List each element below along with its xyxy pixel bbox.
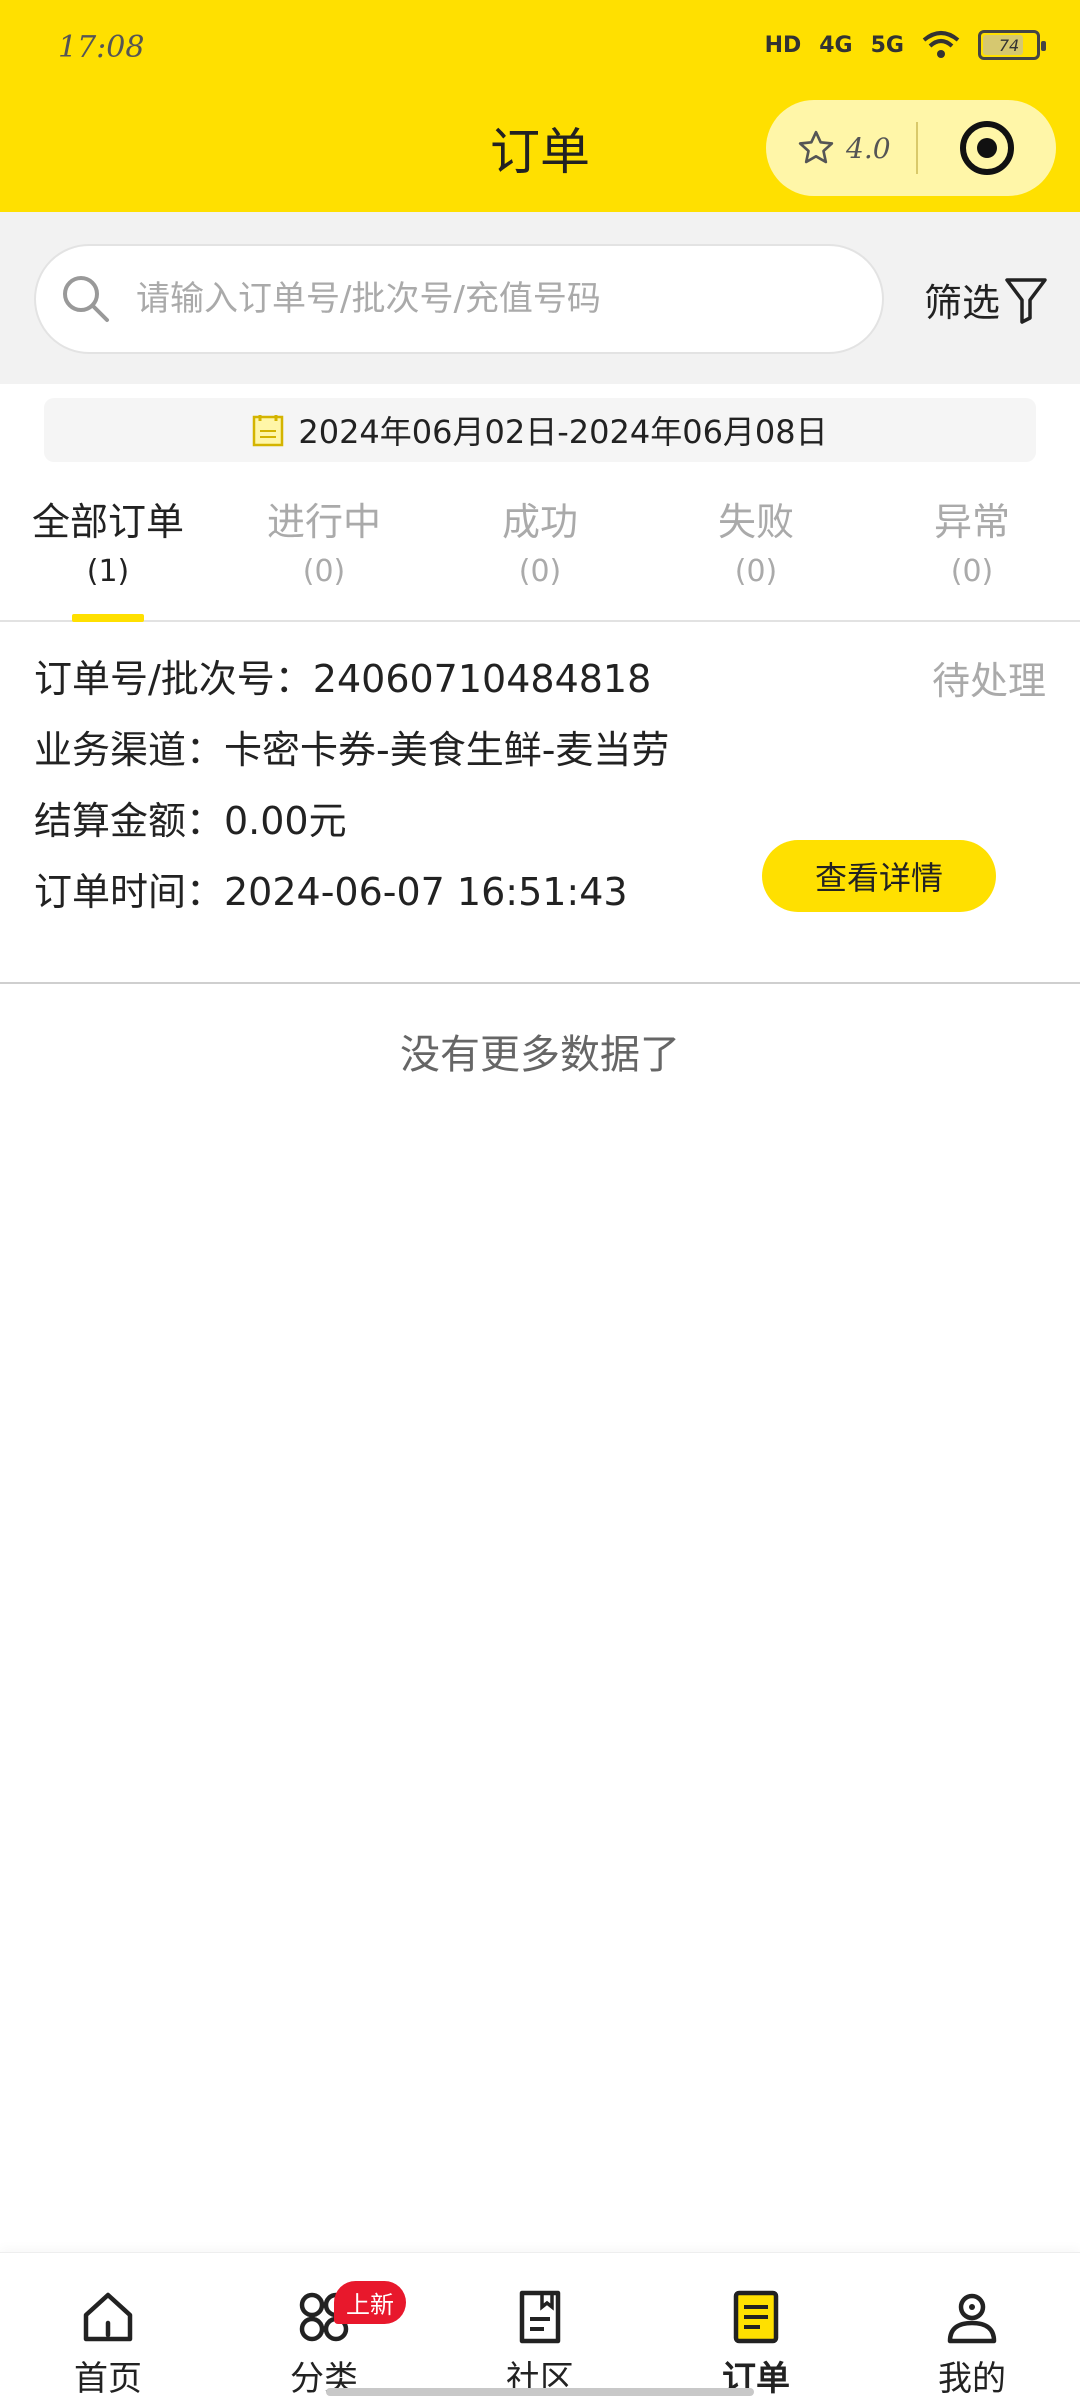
filter-button[interactable]: 筛选 (924, 272, 1048, 327)
home-icon (83, 2292, 133, 2342)
calendar-icon (253, 415, 284, 447)
tab-in-progress[interactable]: 进行中 (0) (216, 496, 432, 620)
community-icon (519, 2290, 561, 2344)
nav-profile[interactable]: 我的 (864, 2253, 1080, 2400)
nav-orders[interactable]: 订单 (648, 2253, 864, 2400)
bottom-nav: 首页 分类 上新 社区 订单 我的 (0, 2252, 1080, 2400)
filter-icon (1005, 277, 1047, 324)
tab-count: (1) (86, 554, 130, 589)
view-details-button[interactable]: 查看详情 (762, 840, 996, 912)
tab-success[interactable]: 成功 (0) (432, 496, 648, 620)
date-range-text: 2024年06月02日-2024年06月08日 (298, 413, 828, 451)
target-icon (960, 121, 1014, 175)
search-area: 筛选 (0, 212, 1080, 384)
tab-count: (0) (734, 554, 778, 589)
wifi-icon (922, 31, 960, 58)
tab-count: (0) (302, 554, 346, 589)
status-time: 17:08 (58, 30, 145, 65)
battery-icon: 74 (978, 30, 1046, 60)
hd-indicator: HD (764, 32, 802, 58)
filter-label: 筛选 (924, 281, 1001, 325)
no-more-data-text: 没有更多数据了 (400, 1032, 680, 1078)
order-channel: 业务渠道：卡密卡券-美食生鲜-麦当劳 (34, 728, 670, 772)
rating-button[interactable]: 4.0 (766, 128, 916, 168)
tab-label: 失败 (717, 500, 794, 544)
order-icon (733, 2290, 779, 2344)
search-box (34, 244, 884, 354)
tab-all-orders[interactable]: 全部订单 (1) (0, 496, 216, 622)
tab-label: 全部订单 (31, 500, 184, 544)
order-status-tabs: 全部订单 (1) 进行中 (0) 成功 (0) 失败 (0) 异常 (0) (0, 496, 1080, 622)
tab-label: 成功 (501, 500, 578, 544)
close-miniprogram-button[interactable] (918, 120, 1056, 176)
tab-count: (0) (518, 554, 562, 589)
nav-category[interactable]: 分类 上新 (216, 2253, 432, 2400)
signal-5g-icon: 5G (870, 32, 904, 58)
order-time: 订单时间：2024-06-07 16:51:43 (34, 870, 628, 914)
order-status-badge: 待处理 (931, 659, 1046, 703)
tab-abnormal[interactable]: 异常 (0) (864, 496, 1080, 620)
profile-icon (947, 2293, 997, 2344)
search-input[interactable] (136, 279, 836, 319)
star-icon (798, 130, 834, 164)
mini-program-capsule: 4.0 (766, 100, 1056, 196)
battery-level: 74 (998, 35, 1020, 55)
tab-label: 进行中 (266, 500, 381, 544)
nav-label: 首页 (74, 2359, 142, 2399)
order-card: 订单号/批次号：24060710484818 待处理 业务渠道：卡密卡券-美食生… (0, 622, 1080, 984)
tab-label: 异常 (933, 500, 1010, 544)
tab-count: (0) (950, 554, 994, 589)
tab-failed[interactable]: 失败 (0) (648, 496, 864, 620)
nav-community[interactable]: 社区 (432, 2253, 648, 2400)
order-amount: 结算金额：0.00元 (34, 799, 347, 843)
signal-4g-icon: 4G (819, 32, 853, 58)
order-number: 订单号/批次号：24060710484818 (34, 657, 652, 701)
home-indicator[interactable] (326, 2388, 754, 2396)
new-badge: 上新 (334, 2281, 406, 2324)
status-icons: HD 4G 5G 74 (764, 30, 1046, 60)
top-bar: 17:08 HD 4G 5G 74 订单 4.0 (0, 0, 1080, 212)
nav-home[interactable]: 首页 (0, 2253, 216, 2400)
date-range-picker[interactable]: 2024年06月02日-2024年06月08日 (44, 398, 1036, 462)
nav-label: 我的 (938, 2359, 1006, 2399)
search-icon (63, 276, 109, 322)
rating-value: 4.0 (846, 131, 891, 165)
